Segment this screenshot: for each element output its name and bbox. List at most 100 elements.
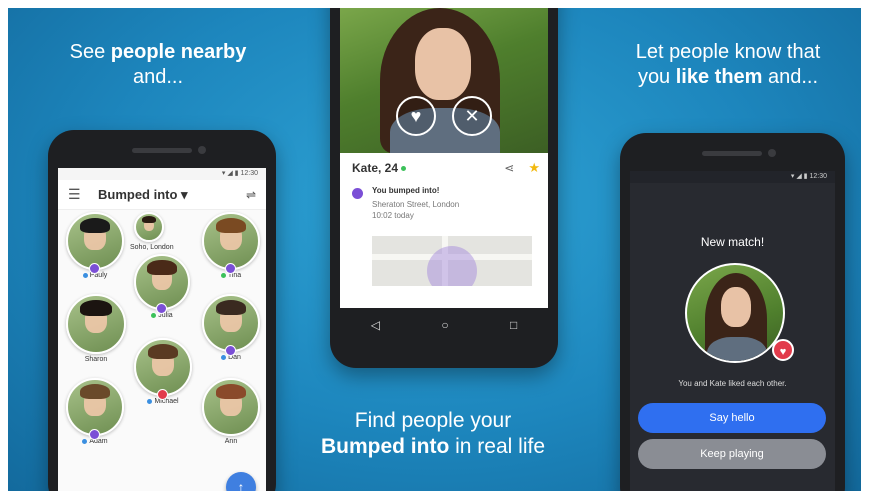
bump-info: You bumped into! Sheraton Street, London… xyxy=(352,186,540,220)
camera xyxy=(198,146,206,154)
nearby-person[interactable]: Sharon xyxy=(62,294,130,363)
close-icon[interactable]: ✕ xyxy=(452,96,492,136)
pin-icon xyxy=(225,263,236,274)
recents-icon[interactable]: □ xyxy=(510,318,517,332)
avatar-hair xyxy=(147,344,179,360)
avatar xyxy=(66,378,124,440)
profile-photo: ♥ ✕ xyxy=(340,8,548,153)
status-bar: ▾ ◢ ▮ 12:30 xyxy=(630,171,835,183)
avatar-hair xyxy=(147,260,177,275)
bump-map[interactable] xyxy=(372,236,532,286)
caption-bottom-end: in real life xyxy=(449,435,546,459)
app-bar: ☰ Bumped into ▾ ⇌ xyxy=(58,180,266,210)
online-dot xyxy=(401,166,407,172)
profile-name: Kate, 24 xyxy=(352,161,399,175)
caption-right-bold: like them xyxy=(675,66,763,88)
avatar-hair xyxy=(79,384,111,400)
nearby-person[interactable]: Pauly xyxy=(62,212,128,279)
avatar xyxy=(202,294,260,356)
pin-icon xyxy=(352,188,363,199)
map-zone xyxy=(427,246,477,286)
speaker xyxy=(132,148,192,153)
hamburger-icon[interactable]: ☰ xyxy=(68,186,84,203)
home-icon[interactable]: ○ xyxy=(441,318,448,332)
avatar xyxy=(202,212,260,274)
avatar-hair xyxy=(215,300,247,316)
person-label: Sharon xyxy=(84,356,108,363)
back-icon[interactable]: ◁ xyxy=(371,318,380,332)
phone-nearby: ▾ ◢ ▮ 12:30 ☰ Bumped into ▾ ⇌ Soho, Lond… xyxy=(48,130,276,491)
pin-icon xyxy=(89,263,100,274)
avatar-hair xyxy=(79,218,111,234)
say-hello-button[interactable]: Say hello xyxy=(638,403,826,433)
avatar xyxy=(202,378,260,436)
caption-left: See people nearby and... xyxy=(58,40,258,90)
bump-time: 10:02 today xyxy=(372,211,414,220)
caption-right: Let people know that you like them and..… xyxy=(608,40,848,90)
avatar xyxy=(66,212,124,274)
match-text: You and Kate liked each other. xyxy=(678,379,787,388)
caption-right-text: you xyxy=(637,66,676,88)
heart-icon: ♥ xyxy=(772,339,794,361)
caption-bottom-bold: Bumped into xyxy=(320,435,450,459)
status-dot xyxy=(147,398,153,404)
status-dot xyxy=(82,438,88,444)
caption-bottom-line1: Find people your xyxy=(354,409,512,432)
nearby-person[interactable]: Michael xyxy=(130,338,196,405)
person-label: Soho, London xyxy=(130,244,174,251)
heart-icon[interactable]: ♥ xyxy=(396,96,436,136)
avatar-hair xyxy=(80,300,112,317)
android-navbar: ◁ ○ □ xyxy=(340,308,548,342)
status-dot xyxy=(82,272,88,278)
status-dot xyxy=(220,272,226,278)
app-title: Bumped into xyxy=(98,186,178,202)
heart-icon xyxy=(157,389,168,400)
avatar xyxy=(134,212,164,242)
pin-icon xyxy=(89,429,100,440)
avatar xyxy=(66,294,126,354)
sliders-icon[interactable]: ⇌ xyxy=(246,188,256,202)
phone-profile: ♥ ✕ Kate, 24 ⋖ ★ You bumped into! Sherat… xyxy=(330,8,558,368)
bumped-into-dropdown[interactable]: Bumped into ▾ xyxy=(84,187,246,203)
status-time: 12:30 xyxy=(240,170,258,177)
share-icon[interactable]: ⋖ xyxy=(504,161,514,175)
avatar xyxy=(134,254,190,314)
status-dot xyxy=(221,354,227,360)
keep-playing-button[interactable]: Keep playing xyxy=(638,439,826,469)
phone-match: ▾ ◢ ▮ 12:30 New match! ♥ You and Kate li… xyxy=(620,133,845,491)
caption-left-text: See xyxy=(69,41,111,63)
avatar-hair xyxy=(215,384,247,400)
person-label: Michael xyxy=(154,398,179,405)
caption-left-bold: people nearby xyxy=(110,41,247,63)
star-icon[interactable]: ★ xyxy=(528,160,540,176)
caption-right-end: and... xyxy=(762,66,819,88)
match-shirt xyxy=(707,337,767,361)
nearby-person[interactable]: Dan xyxy=(198,294,264,361)
camera xyxy=(768,149,776,157)
nearby-person[interactable]: Soho, London xyxy=(130,212,174,251)
profile-screen: ♥ ✕ Kate, 24 ⋖ ★ You bumped into! Sherat… xyxy=(340,8,548,308)
nearby-grid: Soho, London Pauly Tina Julia Sharon Dan Micha… xyxy=(58,210,266,491)
profile-face xyxy=(415,28,471,100)
nearby-person[interactable]: Tina xyxy=(198,212,264,279)
person-name: Ann xyxy=(198,438,264,445)
caption-right-line1: Let people know that xyxy=(635,41,821,63)
nearby-person[interactable]: Ann xyxy=(198,378,264,445)
match-face xyxy=(721,287,751,327)
person-name: Sharon xyxy=(62,356,130,363)
bump-title: You bumped into! xyxy=(372,186,440,195)
person-label: Ann xyxy=(224,438,238,445)
pin-icon xyxy=(225,345,236,356)
pin-icon xyxy=(156,303,167,314)
match-title: New match! xyxy=(700,235,765,249)
status-dot xyxy=(151,312,157,318)
match-photo xyxy=(685,263,785,363)
promo-banner: See people nearby and... Let people know… xyxy=(8,8,861,491)
avatar-hair xyxy=(215,218,247,234)
nearby-screen: ▾ ◢ ▮ 12:30 ☰ Bumped into ▾ ⇌ Soho, Lond… xyxy=(58,168,266,491)
avatar xyxy=(134,338,192,400)
nearby-person[interactable]: Adam xyxy=(62,378,128,445)
nearby-person[interactable]: Julia xyxy=(130,254,194,319)
caption-bottom: Find people your Bumped into in real lif… xyxy=(308,408,558,461)
speaker xyxy=(702,151,762,156)
